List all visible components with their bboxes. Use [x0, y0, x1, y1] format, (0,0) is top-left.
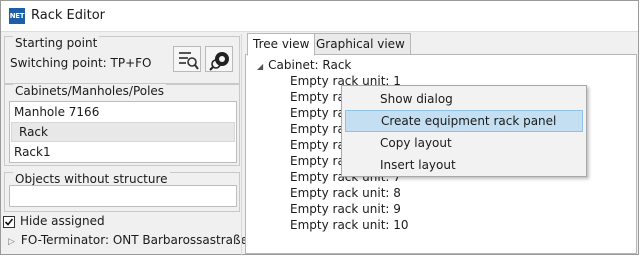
objects-without-structure-legend: Objects without structure: [13, 172, 170, 186]
left-tree-item-label: FO-Terminator: ONT Barbarossastraße 73: [20, 233, 268, 247]
starting-point-legend: Starting point: [13, 36, 100, 50]
panel-splitter[interactable]: [241, 34, 242, 255]
switching-point-label: Switching point: TP+FO: [10, 56, 152, 70]
search-list-icon: [179, 52, 199, 70]
tab-graphical-view[interactable]: Graphical view: [310, 33, 411, 55]
starting-point-group: Starting point Switching point: TP+FO: [4, 36, 240, 84]
tree-node[interactable]: Empty rack unit: 10: [290, 218, 409, 232]
checkmark-icon: [4, 218, 14, 226]
tree-root-label: Cabinet: Rack: [268, 58, 352, 72]
objects-without-structure-group: Objects without structure: [4, 172, 240, 212]
list-item[interactable]: Rack1: [14, 142, 51, 162]
hide-assigned-label[interactable]: Hide assigned: [20, 214, 105, 228]
expand-arrow-icon[interactable]: ▷: [8, 237, 15, 247]
title-bar: NET Rack Editor: [1, 1, 638, 32]
tree-root-node[interactable]: ◢ Cabinet: Rack: [257, 58, 351, 72]
menu-item-copy-layout[interactable]: Copy layout: [345, 132, 583, 154]
menu-item-create-equipment-rack-panel[interactable]: Create equipment rack panel: [345, 110, 583, 132]
collapse-triangle-icon[interactable]: ◢: [257, 62, 263, 71]
app-icon: NET: [9, 8, 25, 24]
menu-item-insert-layout[interactable]: Insert layout: [345, 154, 583, 176]
objects-without-structure-list[interactable]: [9, 185, 237, 207]
list-item[interactable]: Manhole 7166: [14, 102, 99, 122]
cabinets-list[interactable]: Manhole 7166 Rack Rack1: [9, 101, 237, 163]
list-item-selected[interactable]: Rack: [11, 122, 235, 142]
locate-icon: [209, 52, 229, 71]
search-list-button[interactable]: [173, 46, 201, 72]
tree-node[interactable]: Empty rack unit: 8: [290, 186, 401, 200]
menu-item-show-dialog[interactable]: Show dialog: [345, 88, 583, 110]
hide-assigned-checkbox[interactable]: [3, 216, 15, 228]
locate-button[interactable]: [205, 46, 233, 72]
cabinets-legend: Cabinets/Manholes/Poles: [13, 84, 167, 98]
tab-tree-view[interactable]: Tree view: [247, 33, 316, 56]
left-tree-item[interactable]: ▷ FO-Terminator: ONT Barbarossastraße 73: [8, 233, 267, 247]
window-title: Rack Editor: [31, 8, 105, 23]
cabinets-group: Cabinets/Manholes/Poles Manhole 7166 Rac…: [4, 84, 240, 166]
tree-node[interactable]: Empty rack unit: 9: [290, 202, 401, 216]
context-menu: Show dialog Create equipment rack panel …: [341, 85, 587, 177]
